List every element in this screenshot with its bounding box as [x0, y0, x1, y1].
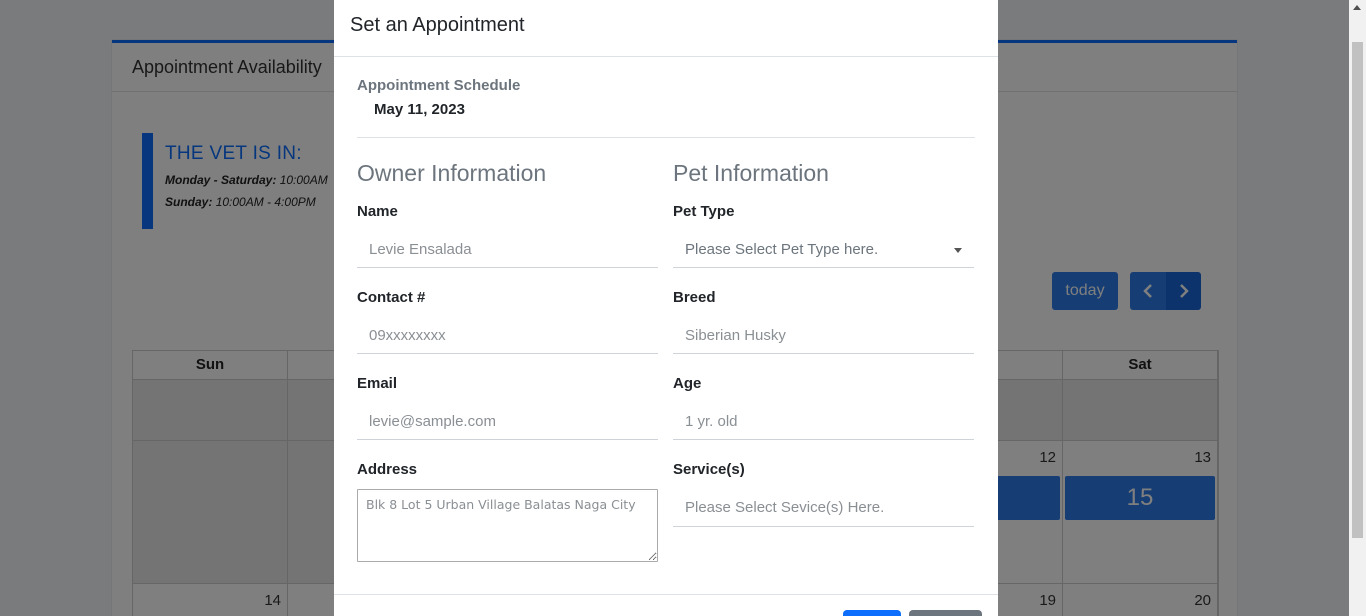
breed-input[interactable] — [673, 318, 974, 354]
appointment-modal: Set an Appointment Appointment Schedule … — [334, 0, 998, 616]
modal-header: Set an Appointment — [334, 0, 998, 57]
pet-type-select[interactable]: Please Select Pet Type here. — [673, 232, 974, 268]
age-label: Age — [673, 375, 702, 392]
address-textarea[interactable] — [357, 489, 658, 562]
address-label: Address — [357, 461, 418, 478]
pet-type-label: Pet Type — [673, 203, 735, 220]
contact-label: Contact # — [357, 289, 426, 306]
save-button[interactable] — [843, 610, 901, 616]
email-label: Email — [357, 375, 398, 392]
services-label: Service(s) — [673, 461, 745, 478]
name-label: Name — [357, 203, 398, 220]
services-multiselect[interactable] — [673, 489, 974, 527]
schedule-label: Appointment Schedule — [357, 77, 521, 94]
close-button[interactable] — [909, 610, 982, 616]
age-input[interactable] — [673, 404, 974, 440]
contact-input[interactable] — [357, 318, 658, 354]
schedule-date: May 11, 2023 — [374, 101, 465, 118]
scroll-up-arrow-icon[interactable] — [1353, 5, 1361, 10]
caret-down-icon — [954, 248, 962, 253]
modal-footer-divider — [334, 594, 998, 595]
owner-section-title: Owner Information — [357, 160, 547, 186]
email-input[interactable] — [357, 404, 658, 440]
pet-type-placeholder: Please Select Pet Type here. — [685, 241, 879, 258]
divider — [357, 137, 975, 138]
page: Appointment Availability THE VET IS IN: … — [0, 0, 1366, 616]
page-scrollbar[interactable] — [1349, 0, 1366, 616]
modal-title: Set an Appointment — [350, 14, 525, 36]
scrollbar-thumb[interactable] — [1352, 42, 1363, 538]
name-input[interactable] — [357, 232, 658, 268]
breed-label: Breed — [673, 289, 716, 306]
pet-section-title: Pet Information — [673, 160, 829, 186]
